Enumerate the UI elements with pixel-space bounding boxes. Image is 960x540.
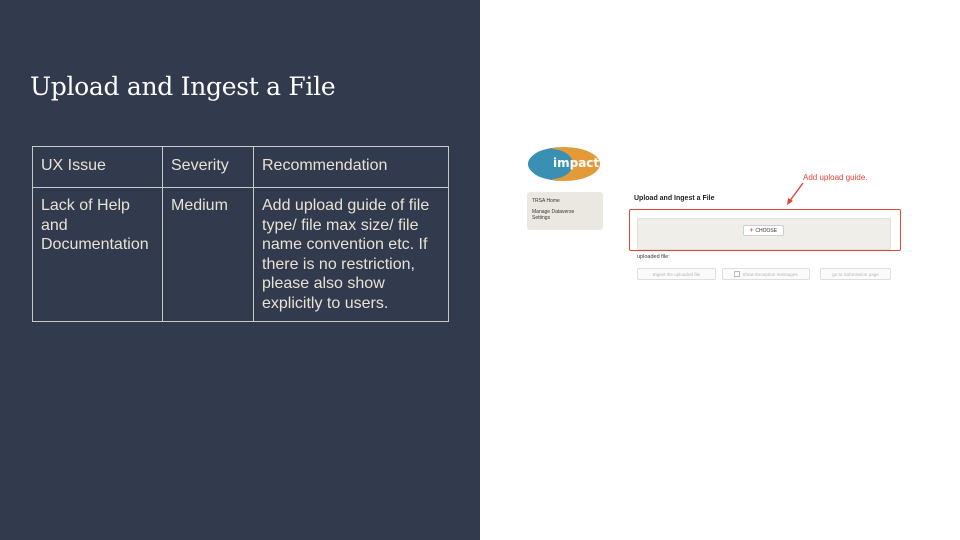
- impact-logo: impact: [528, 147, 600, 181]
- nav-item-trsa-home[interactable]: TRSA Home: [532, 198, 560, 204]
- show-exceptions-checkbox[interactable]: Show Exception messages: [722, 268, 810, 280]
- checkbox-icon: [734, 271, 741, 277]
- cell-issue: Lack of Help and Documentation: [32, 187, 163, 322]
- ingest-button[interactable]: Ingest the uploaded file: [637, 268, 716, 280]
- ingest-label: Ingest the uploaded file: [652, 271, 701, 277]
- cell-recommendation: Add upload guide of file type/ file max …: [253, 187, 449, 322]
- form-title: Upload and Ingest a File: [634, 195, 715, 202]
- show-exceptions-label: Show Exception messages: [742, 271, 798, 277]
- ux-issue-table: UX Issue Severity Recommendation Lack of…: [32, 146, 449, 322]
- header-severity: Severity: [162, 146, 254, 188]
- cell-severity: Medium: [162, 187, 254, 322]
- choose-label: CHOOSE: [755, 227, 778, 234]
- submission-label: go to Submission page: [832, 271, 879, 277]
- slide-title: Upload and Ingest a File: [30, 72, 336, 101]
- sidebar-nav: TRSA Home Manage Dataverse Settings: [527, 192, 603, 230]
- uploaded-file-label: uploaded file:: [637, 254, 670, 260]
- logo-text: impact: [553, 156, 599, 170]
- nav-item-settings[interactable]: Settings: [532, 215, 550, 221]
- header-ux-issue: UX Issue: [32, 146, 163, 188]
- choose-button[interactable]: + CHOOSE: [743, 225, 784, 236]
- table-row: Lack of Help and Documentation Medium Ad…: [32, 187, 449, 322]
- plus-icon: +: [749, 227, 754, 234]
- annotation-label: Add upload guide.: [803, 173, 868, 182]
- header-recommendation: Recommendation: [253, 146, 449, 188]
- submission-page-button[interactable]: go to Submission page: [820, 268, 891, 280]
- annotation-arrow-icon: [787, 182, 804, 205]
- table-header-row: UX Issue Severity Recommendation: [32, 146, 449, 188]
